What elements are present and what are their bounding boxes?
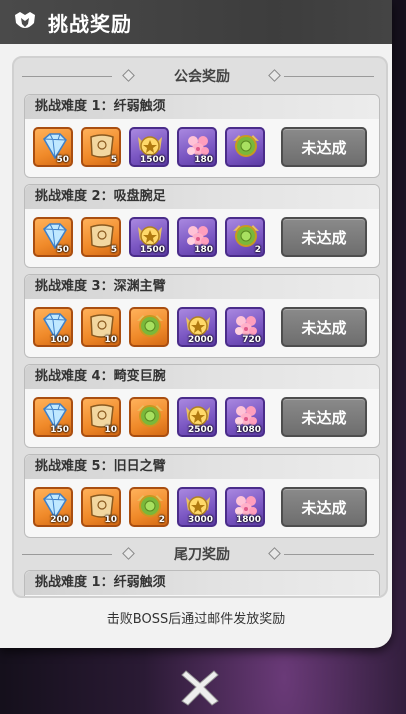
item-quantity: 200 xyxy=(50,515,69,525)
item-quantity: 2 xyxy=(254,245,261,255)
chest-item-icon[interactable]: 2 xyxy=(225,217,265,257)
scroll-item-icon[interactable]: 10 xyxy=(81,397,121,437)
card-title: 挑战难度 3：深渊主臂 xyxy=(25,275,379,299)
item-quantity: 10 xyxy=(104,335,117,345)
item-quantity: 1500 xyxy=(139,155,165,165)
card-title: 挑战难度 2：吸盘腕足 xyxy=(25,185,379,209)
status-button[interactable]: 未达成 xyxy=(281,127,367,167)
item-quantity: 150 xyxy=(50,425,69,435)
item-quantity: 5 xyxy=(110,155,117,165)
reward-card-2: 挑战难度 2：吸盘腕足 50 5 1500 180 2 未达成 xyxy=(24,184,380,268)
diamond-item-icon[interactable]: 150 xyxy=(33,397,73,437)
status-button[interactable]: 未达成 xyxy=(281,397,367,437)
scroll-item-icon[interactable]: 10 xyxy=(81,307,121,347)
chest-item-icon[interactable] xyxy=(225,127,265,167)
close-x-icon[interactable] xyxy=(178,665,222,709)
scroll-item-icon[interactable]: 5 xyxy=(81,217,121,257)
status-button[interactable]: 未达成 xyxy=(281,307,367,347)
item-quantity: 100 xyxy=(50,335,69,345)
diamond-item-icon[interactable]: 100 xyxy=(33,307,73,347)
flower-item-icon[interactable]: 1080 xyxy=(225,397,265,437)
scroll-item-icon[interactable]: 5 xyxy=(81,127,121,167)
section-guild-label: 公会奖励 xyxy=(174,69,230,85)
diamond-item-icon[interactable]: 50 xyxy=(33,217,73,257)
card-title: 挑战难度 5：旧日之臂 xyxy=(25,455,379,479)
item-quantity: 3000 xyxy=(187,515,213,525)
section-header-last-hit: 尾刀奖励 xyxy=(14,540,386,568)
item-quantity: 10 xyxy=(104,425,117,435)
card-title: 挑战难度 4：畸变巨腕 xyxy=(25,365,379,389)
medal-item-icon[interactable]: 3000 xyxy=(177,487,217,527)
medal-item-icon[interactable]: 2500 xyxy=(177,397,217,437)
medal-item-icon[interactable]: 1500 xyxy=(129,217,169,257)
medal-item-icon[interactable]: 1500 xyxy=(129,127,169,167)
status-button[interactable]: 未达成 xyxy=(281,217,367,257)
item-quantity: 2500 xyxy=(187,425,213,435)
item-quantity: 1080 xyxy=(235,425,261,435)
item-quantity: 2 xyxy=(158,515,165,525)
item-quantity: 5 xyxy=(110,245,117,255)
reward-card-3: 挑战难度 3：深渊主臂 100 10 2000 720 未达成 xyxy=(24,274,380,358)
section-header-guild: 公会奖励 xyxy=(14,62,386,90)
header-bar: 挑战奖励 xyxy=(0,0,392,44)
reward-panel: 挑战奖励 公会奖励 挑战难度 1：纤弱触须 50 5 1500 180 未达成 挑战难度 2… xyxy=(0,0,392,648)
chest-item-icon[interactable]: 2 xyxy=(129,487,169,527)
flower-item-icon[interactable]: 180 xyxy=(177,217,217,257)
scroll-item-icon[interactable]: 10 xyxy=(81,487,121,527)
flower-item-icon[interactable]: 720 xyxy=(225,307,265,347)
item-quantity: 720 xyxy=(242,335,261,345)
footer-note: 击败BOSS后通过邮件发放奖励 xyxy=(106,612,286,627)
card-title: 挑战难度 1：纤弱触须 xyxy=(25,95,379,119)
item-quantity: 10 xyxy=(104,515,117,525)
reward-items: 50 5 1500 180 2 xyxy=(33,217,265,257)
status-button[interactable]: 未达成 xyxy=(281,487,367,527)
reward-items: 100 10 2000 720 xyxy=(33,307,265,347)
flower-item-icon[interactable]: 1800 xyxy=(225,487,265,527)
section-last-hit-label: 尾刀奖励 xyxy=(174,547,230,563)
reward-card-5: 挑战难度 5：旧日之臂 200 10 2 3000 1800 未达成 xyxy=(24,454,380,538)
panel-title: 挑战奖励 xyxy=(48,11,132,36)
guild-emblem-icon xyxy=(10,7,40,37)
diamond-item-icon[interactable]: 200 xyxy=(33,487,73,527)
reward-items: 200 10 2 3000 1800 xyxy=(33,487,265,527)
last-hit-card: 挑战难度 1：纤弱触须 xyxy=(24,570,380,596)
chest-item-icon[interactable] xyxy=(129,307,169,347)
item-quantity: 50 xyxy=(56,245,69,255)
reward-items: 50 5 1500 180 xyxy=(33,127,265,167)
diamond-item-icon[interactable]: 50 xyxy=(33,127,73,167)
item-quantity: 1500 xyxy=(139,245,165,255)
item-quantity: 180 xyxy=(194,155,213,165)
item-quantity: 180 xyxy=(194,245,213,255)
item-quantity: 50 xyxy=(56,155,69,165)
medal-item-icon[interactable]: 2000 xyxy=(177,307,217,347)
item-quantity: 2000 xyxy=(187,335,213,345)
card-title: 挑战难度 1：纤弱触须 xyxy=(25,571,379,595)
reward-items: 150 10 2500 1080 xyxy=(33,397,265,437)
reward-card-4: 挑战难度 4：畸变巨腕 150 10 2500 1080 未达成 xyxy=(24,364,380,448)
reward-list[interactable]: 公会奖励 挑战难度 1：纤弱触须 50 5 1500 180 未达成 挑战难度 2：吸盘腕足… xyxy=(12,56,388,598)
chest-item-icon[interactable] xyxy=(129,397,169,437)
flower-item-icon[interactable]: 180 xyxy=(177,127,217,167)
item-quantity: 1800 xyxy=(235,515,261,525)
reward-card-1: 挑战难度 1：纤弱触须 50 5 1500 180 未达成 xyxy=(24,94,380,178)
